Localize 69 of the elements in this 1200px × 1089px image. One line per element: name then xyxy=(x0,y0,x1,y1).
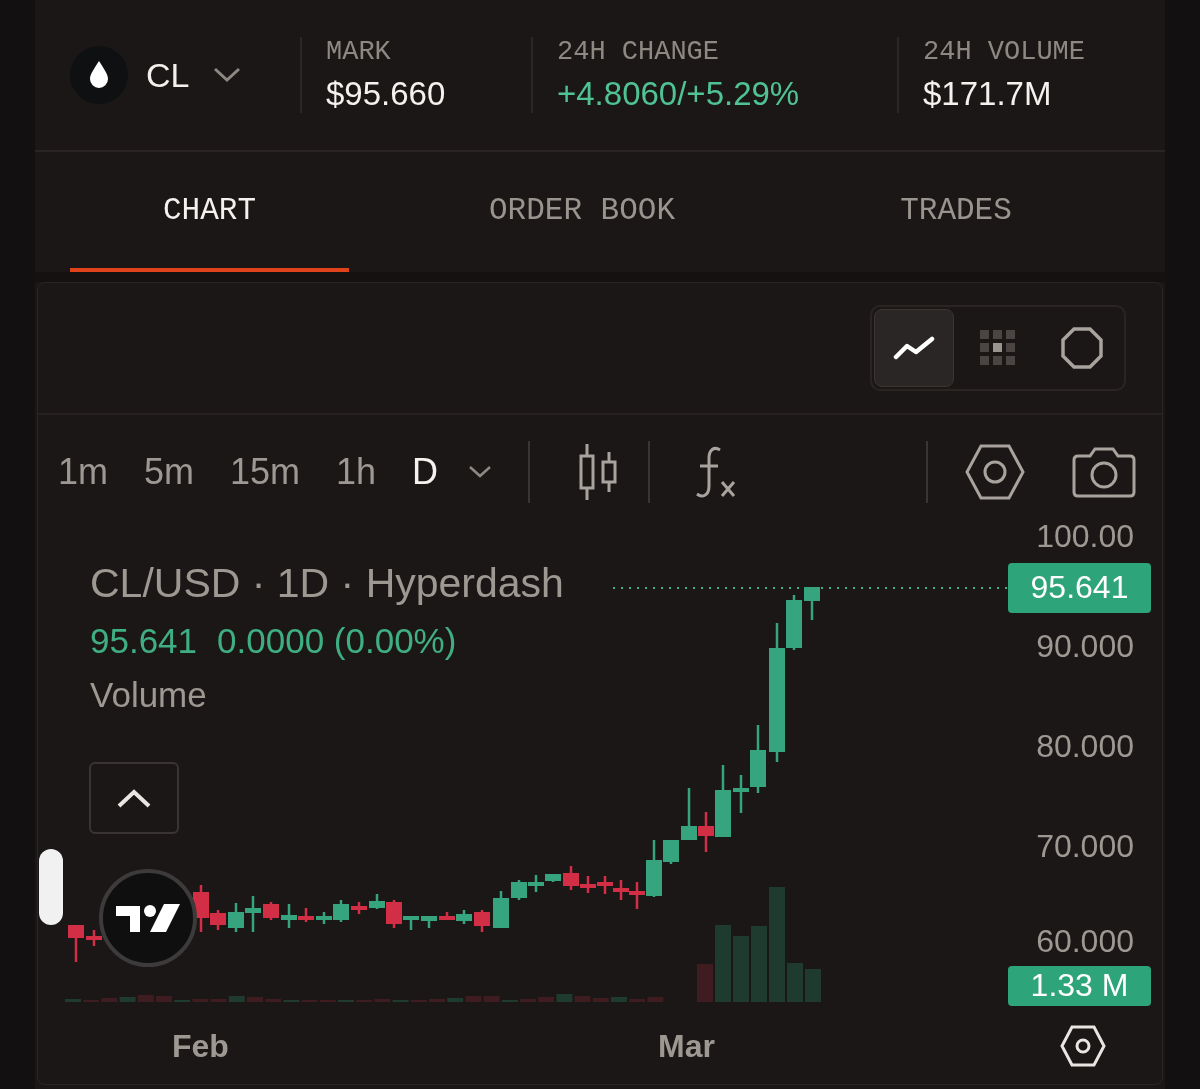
caret-icon[interactable] xyxy=(213,67,242,83)
trend-line-icon xyxy=(893,335,935,360)
price-tick: 60.000 xyxy=(1036,922,1134,960)
candle xyxy=(493,890,509,928)
candle xyxy=(580,875,596,893)
candle xyxy=(474,909,490,932)
candle xyxy=(245,895,261,932)
stat-label: 24H CHANGE xyxy=(557,37,721,67)
settings-icon[interactable] xyxy=(964,443,1026,502)
stat-value: $171.7M xyxy=(923,75,1053,113)
logo-icon xyxy=(98,867,198,968)
candle xyxy=(421,915,437,928)
settings-icon[interactable] xyxy=(1060,1025,1106,1068)
octagon-icon xyxy=(1060,325,1104,370)
last-volume-badge: 1.33 M xyxy=(1008,965,1151,1006)
volume-bar xyxy=(156,995,172,1002)
view-mode-button[interactable] xyxy=(874,308,954,387)
legend-change: 0.0000 (0.00%) xyxy=(217,620,457,661)
candle xyxy=(263,901,279,920)
timeframe-button[interactable]: 5m xyxy=(144,451,195,494)
caret-icon[interactable] xyxy=(468,465,493,480)
volume-bar xyxy=(805,968,821,1002)
volume-bar xyxy=(697,963,713,1002)
volume-bar xyxy=(611,996,627,1002)
camera-icon[interactable] xyxy=(1072,446,1136,499)
tab[interactable]: TRADES xyxy=(769,152,1143,272)
stat-value: +4.8060/+5.29% xyxy=(557,75,801,113)
timeframe-button[interactable]: D xyxy=(412,451,439,494)
tab[interactable]: ORDER BOOK xyxy=(395,152,769,272)
stat-label: 24H VOLUME xyxy=(923,37,1087,67)
volume-bar xyxy=(429,998,445,1002)
volume-bar xyxy=(338,999,354,1002)
stat-label: MARK xyxy=(326,37,392,67)
grid-icon xyxy=(980,329,1016,366)
candle xyxy=(228,902,244,932)
candle xyxy=(613,879,629,900)
timeframe-button[interactable]: 15m xyxy=(230,451,301,494)
stat-value: $95.660 xyxy=(326,75,447,113)
price-tick: 80.000 xyxy=(1036,727,1134,765)
collapse-button[interactable] xyxy=(89,761,179,834)
legend-price: 95.641 xyxy=(90,620,198,661)
candle xyxy=(68,924,84,962)
timeframe-button[interactable]: 1m xyxy=(58,451,108,494)
chart-title: CL/USD · 1D · Hyperdash xyxy=(90,559,564,607)
volume-bar xyxy=(733,935,749,1002)
candle xyxy=(804,586,820,620)
asset-symbol[interactable]: CL xyxy=(146,55,190,95)
candle xyxy=(351,901,367,914)
time-label: Mar xyxy=(658,1028,715,1066)
candle xyxy=(563,865,579,890)
volume-bar xyxy=(247,996,263,1002)
last-price-badge: 95.641 xyxy=(1008,562,1151,613)
volume-bar xyxy=(520,998,536,1002)
time-label: Feb xyxy=(172,1028,229,1066)
candle xyxy=(511,879,527,900)
oil-drop-icon xyxy=(70,46,128,104)
price-tick: 70.000 xyxy=(1036,827,1134,865)
price-tick: 100.00 xyxy=(1036,517,1134,555)
candle xyxy=(681,787,697,840)
price-tick: 90.000 xyxy=(1036,627,1134,665)
candlestick-icon[interactable] xyxy=(578,442,619,503)
timeframe-button[interactable]: 1h xyxy=(336,451,377,494)
volume-bar xyxy=(787,962,803,1002)
volume-label: Volume xyxy=(90,674,208,715)
candle xyxy=(597,875,613,894)
volume-bar xyxy=(65,998,81,1002)
tab[interactable]: CHART xyxy=(70,152,349,272)
candle xyxy=(86,929,102,946)
drag-handle[interactable] xyxy=(39,848,63,925)
